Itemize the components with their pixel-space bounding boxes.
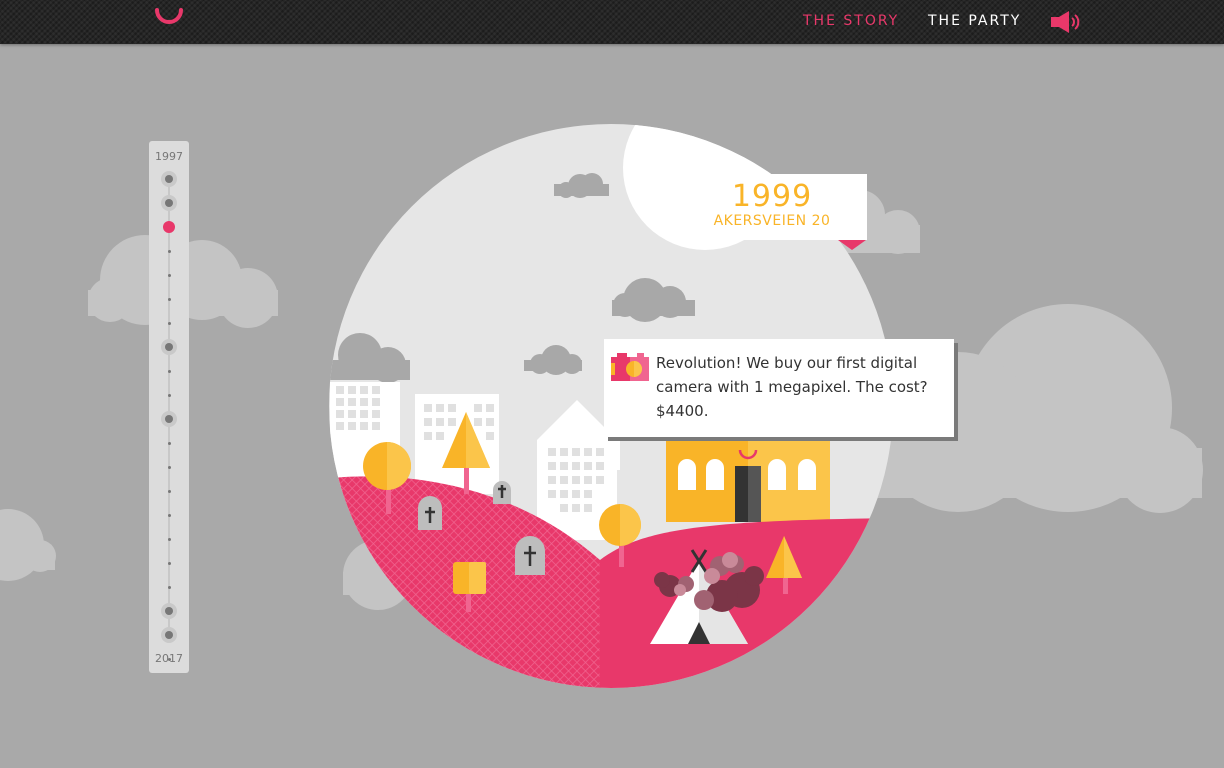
event-address: AKERSVEIEN 20 (713, 213, 831, 229)
timeline-stop-2015[interactable] (165, 607, 173, 615)
event-year: 1999 (731, 179, 813, 214)
timeline-stop-2017[interactable] (167, 657, 171, 661)
timeline-stop-2000[interactable] (167, 249, 171, 253)
event-description: Revolution! We buy our first digital cam… (656, 354, 928, 420)
timeline-stop-2009[interactable] (167, 465, 171, 469)
timeline-stop-2004[interactable] (165, 343, 173, 351)
timeline-stop-2011[interactable] (167, 513, 171, 517)
house-illustration (666, 436, 830, 522)
timeline-stop-2008[interactable] (167, 441, 171, 445)
timeline-stop-2016[interactable] (165, 631, 173, 639)
camera-icon (611, 353, 649, 381)
timeline-line (168, 179, 170, 635)
timeline-stop-2001[interactable] (167, 273, 171, 277)
timeline-stop-2005[interactable] (167, 369, 171, 373)
timeline-stop-2013[interactable] (167, 561, 171, 565)
nav-the-story[interactable]: THE STORY (803, 13, 899, 29)
timeline-stop-1998[interactable] (165, 199, 173, 207)
timeline-stop-1997[interactable] (165, 175, 173, 183)
event-info-card: Revolution! We buy our first digital cam… (604, 339, 954, 437)
timeline-stop-1999[interactable] (163, 221, 175, 233)
timeline-stop-2002[interactable] (167, 297, 171, 301)
timeline-stop-2010[interactable] (167, 489, 171, 493)
timeline-stop-2012[interactable] (167, 537, 171, 541)
background-cloud-bottom-left (0, 509, 56, 581)
timeline-stop-2014[interactable] (167, 585, 171, 589)
timeline-slider[interactable]: 1997 2017 (149, 141, 189, 673)
timeline-stop-2003[interactable] (167, 321, 171, 325)
top-navigation-bar: THE STORY THE PARTY (0, 0, 1224, 44)
timeline-stop-2006[interactable] (167, 393, 171, 397)
nav-the-party[interactable]: THE PARTY (928, 13, 1021, 29)
timeline-start-year: 1997 (155, 150, 183, 163)
logo-icon[interactable] (152, 0, 186, 30)
timeline-stop-2007[interactable] (165, 415, 173, 423)
year-card: 1999 AKERSVEIEN 20 (677, 174, 867, 240)
sound-icon[interactable] (1049, 10, 1081, 34)
